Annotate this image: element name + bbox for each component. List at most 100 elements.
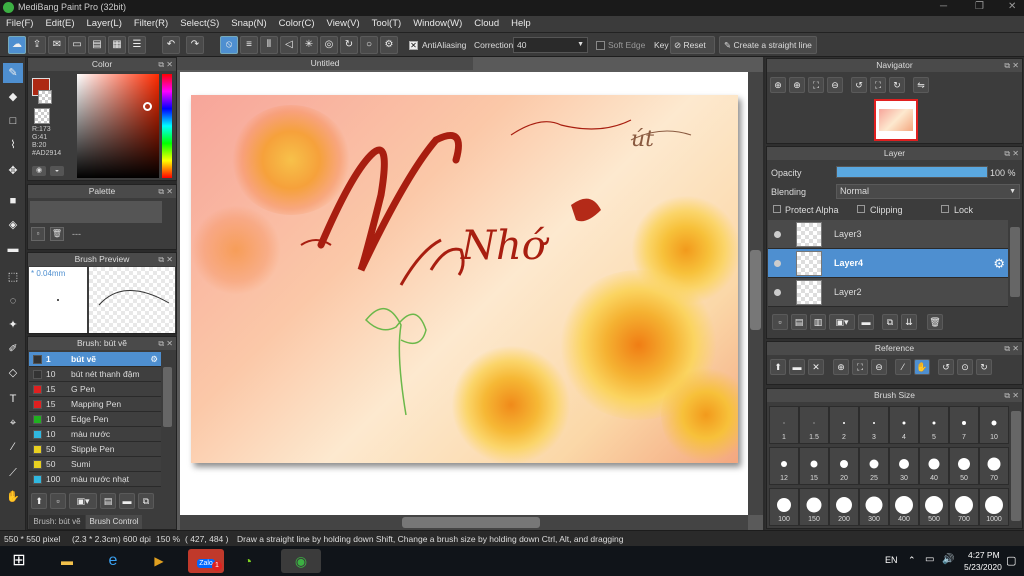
panel-close-icon[interactable]: ⧉ ✕ <box>1004 59 1019 72</box>
opacity-slider[interactable] <box>836 166 988 178</box>
reset-rotation-icon[interactable]: ⊙ <box>957 359 973 375</box>
menu-help[interactable]: Help <box>505 16 537 31</box>
lock-checkbox[interactable] <box>941 205 949 213</box>
brush-size-cell[interactable]: 300 <box>859 488 889 526</box>
rotate-left-icon[interactable]: ↺ <box>938 359 954 375</box>
list-icon[interactable]: ☰ <box>128 36 146 54</box>
color-picker-handle[interactable] <box>143 102 152 111</box>
rotate-right-icon[interactable]: ↻ <box>889 77 905 93</box>
upload-icon[interactable]: ⬆ <box>770 359 786 375</box>
add-brush-icon[interactable]: ⬆ <box>31 493 47 509</box>
bucket-tool-icon[interactable]: ◈ <box>3 215 23 235</box>
media-player-icon[interactable]: ▶ <box>144 549 174 573</box>
menu-layer[interactable]: Layer(L) <box>81 16 128 31</box>
shape-tool-icon[interactable]: □ <box>3 111 23 131</box>
brush-size-cell[interactable]: 150 <box>799 488 829 526</box>
clipping-checkbox[interactable] <box>857 205 865 213</box>
brush-item[interactable]: 1 bút vẽ ⚙ <box>29 352 161 367</box>
rotate-icon[interactable]: ↺ <box>851 77 867 93</box>
folder-icon[interactable]: ▬ <box>119 493 135 509</box>
fill-rect-tool-icon[interactable]: ■ <box>3 191 23 211</box>
canvas-vertical-scrollbar[interactable] <box>748 72 763 515</box>
zalo-icon[interactable]: Zalo 1 <box>188 549 224 573</box>
brush-size-cell[interactable]: 1 <box>769 406 799 444</box>
clock-date[interactable]: 5/23/2020 <box>964 562 1002 572</box>
new-8bit-layer-icon[interactable]: ▥ <box>810 314 826 330</box>
grid-icon[interactable]: ▦ <box>108 36 126 54</box>
close-reference-icon[interactable]: ✕ <box>808 359 824 375</box>
snap-off-icon[interactable]: ⦸ <box>220 36 238 54</box>
snap-settings-icon[interactable]: ⚙ <box>380 36 398 54</box>
brush-list-scrollbar[interactable] <box>163 367 172 427</box>
close-icon[interactable]: ✕ <box>1008 1 1016 12</box>
notification-icon[interactable]: ▢ <box>1006 554 1016 567</box>
brush-item[interactable]: 100 màu nước nhạt <box>29 472 161 487</box>
snap-perspective-icon[interactable]: ◁ <box>280 36 298 54</box>
snap-radial-icon[interactable]: ✳ <box>300 36 318 54</box>
zoom-in-icon[interactable]: ⊕ <box>833 359 849 375</box>
new-brush-icon[interactable]: ▫ <box>50 493 66 509</box>
hand-tool-icon[interactable]: ✋ <box>3 487 23 507</box>
lasso-tool-icon[interactable]: ◌ <box>3 291 23 311</box>
brush-menu-icon[interactable]: ▣▾ <box>69 493 97 509</box>
brush-export-icon[interactable]: ▤ <box>100 493 116 509</box>
divide-tool-icon[interactable]: ⟋ <box>3 463 23 483</box>
panel-close-icon[interactable]: ⧉ ✕ <box>158 185 173 198</box>
panel-close-icon[interactable]: ⧉ ✕ <box>158 58 173 71</box>
background-color-swatch[interactable] <box>38 90 52 104</box>
layer-menu-icon[interactable]: ▣▾ <box>829 314 855 330</box>
canvas-horizontal-scrollbar[interactable] <box>180 515 748 530</box>
zoom-in-icon[interactable]: ⊕ <box>789 77 805 93</box>
brush-size-cell[interactable]: 3 <box>859 406 889 444</box>
folder-icon[interactable]: ▬ <box>858 314 874 330</box>
brush-size-cell[interactable]: 25 <box>859 447 889 485</box>
snap-ellipse-icon[interactable]: ○ <box>360 36 378 54</box>
new-file-icon[interactable]: ▭ <box>68 36 86 54</box>
dot-tool-icon[interactable]: ⌇ <box>3 135 23 155</box>
brush-size-cell[interactable]: 30 <box>889 447 919 485</box>
eraser-tool-icon[interactable]: ◆ <box>3 87 23 107</box>
rotate-right-icon[interactable]: ↻ <box>976 359 992 375</box>
gear-icon[interactable]: ⚙ <box>993 256 1005 272</box>
brush-item[interactable]: 10 màu nước <box>29 427 161 442</box>
zoom-out-icon[interactable]: ⊖ <box>871 359 887 375</box>
windows-start-icon[interactable]: ⊞ <box>4 549 34 573</box>
brush-size-cell[interactable]: 7 <box>949 406 979 444</box>
tray-chevron-icon[interactable]: ⌃ <box>908 555 916 566</box>
navigator-thumbnail[interactable] <box>874 99 918 141</box>
select-eraser-icon[interactable]: ◇ <box>3 363 23 383</box>
eye-icon[interactable] <box>774 289 781 296</box>
brush-size-scrollbar[interactable] <box>1011 411 1021 521</box>
scrollbar-thumb[interactable] <box>402 517 540 528</box>
brush-size-cell[interactable]: 20 <box>829 447 859 485</box>
brush-size-cell[interactable]: 1.5 <box>799 406 829 444</box>
hand-icon[interactable]: ✋ <box>914 359 930 375</box>
correction-select[interactable]: 40 ▼ <box>513 37 588 53</box>
brush-size-cell[interactable]: 15 <box>799 447 829 485</box>
new-layer-icon[interactable]: ▫ <box>772 314 788 330</box>
menu-edit[interactable]: Edit(E) <box>39 16 80 31</box>
duplicate-icon[interactable]: ⧉ <box>138 493 154 509</box>
flip-icon[interactable]: ⇋ <box>913 77 929 93</box>
edge-icon[interactable]: e <box>98 549 128 573</box>
brush-size-cell[interactable]: 5 <box>919 406 949 444</box>
panel-close-icon[interactable]: ⧉ ✕ <box>158 253 173 266</box>
snap-circle-icon[interactable]: ◎ <box>320 36 338 54</box>
clock-time[interactable]: 4:27 PM <box>968 550 1000 560</box>
brush-size-cell[interactable]: 100 <box>769 488 799 526</box>
layer-scrollbar[interactable] <box>1010 227 1020 297</box>
eye-icon[interactable] <box>774 260 781 267</box>
text-tool-icon[interactable]: T <box>3 389 23 409</box>
gradient-tool-icon[interactable]: ▬ <box>3 239 23 259</box>
volume-icon[interactable]: 🔊 <box>942 554 954 565</box>
cloud-icon[interactable]: ☁ <box>8 36 26 54</box>
brush-size-cell[interactable]: 400 <box>889 488 919 526</box>
soft-edge-checkbox[interactable] <box>596 41 605 50</box>
layer-row[interactable]: Layer2 <box>768 278 1008 307</box>
magic-wand-icon[interactable]: ✦ <box>3 315 23 335</box>
brush-size-cell[interactable]: 2 <box>829 406 859 444</box>
gear-icon[interactable]: ⚙ <box>150 352 158 367</box>
new-palette-icon[interactable]: ▫ <box>31 227 45 241</box>
select-tool-icon[interactable]: ⬚ <box>3 267 23 287</box>
brush-size-cell[interactable]: 700 <box>949 488 979 526</box>
